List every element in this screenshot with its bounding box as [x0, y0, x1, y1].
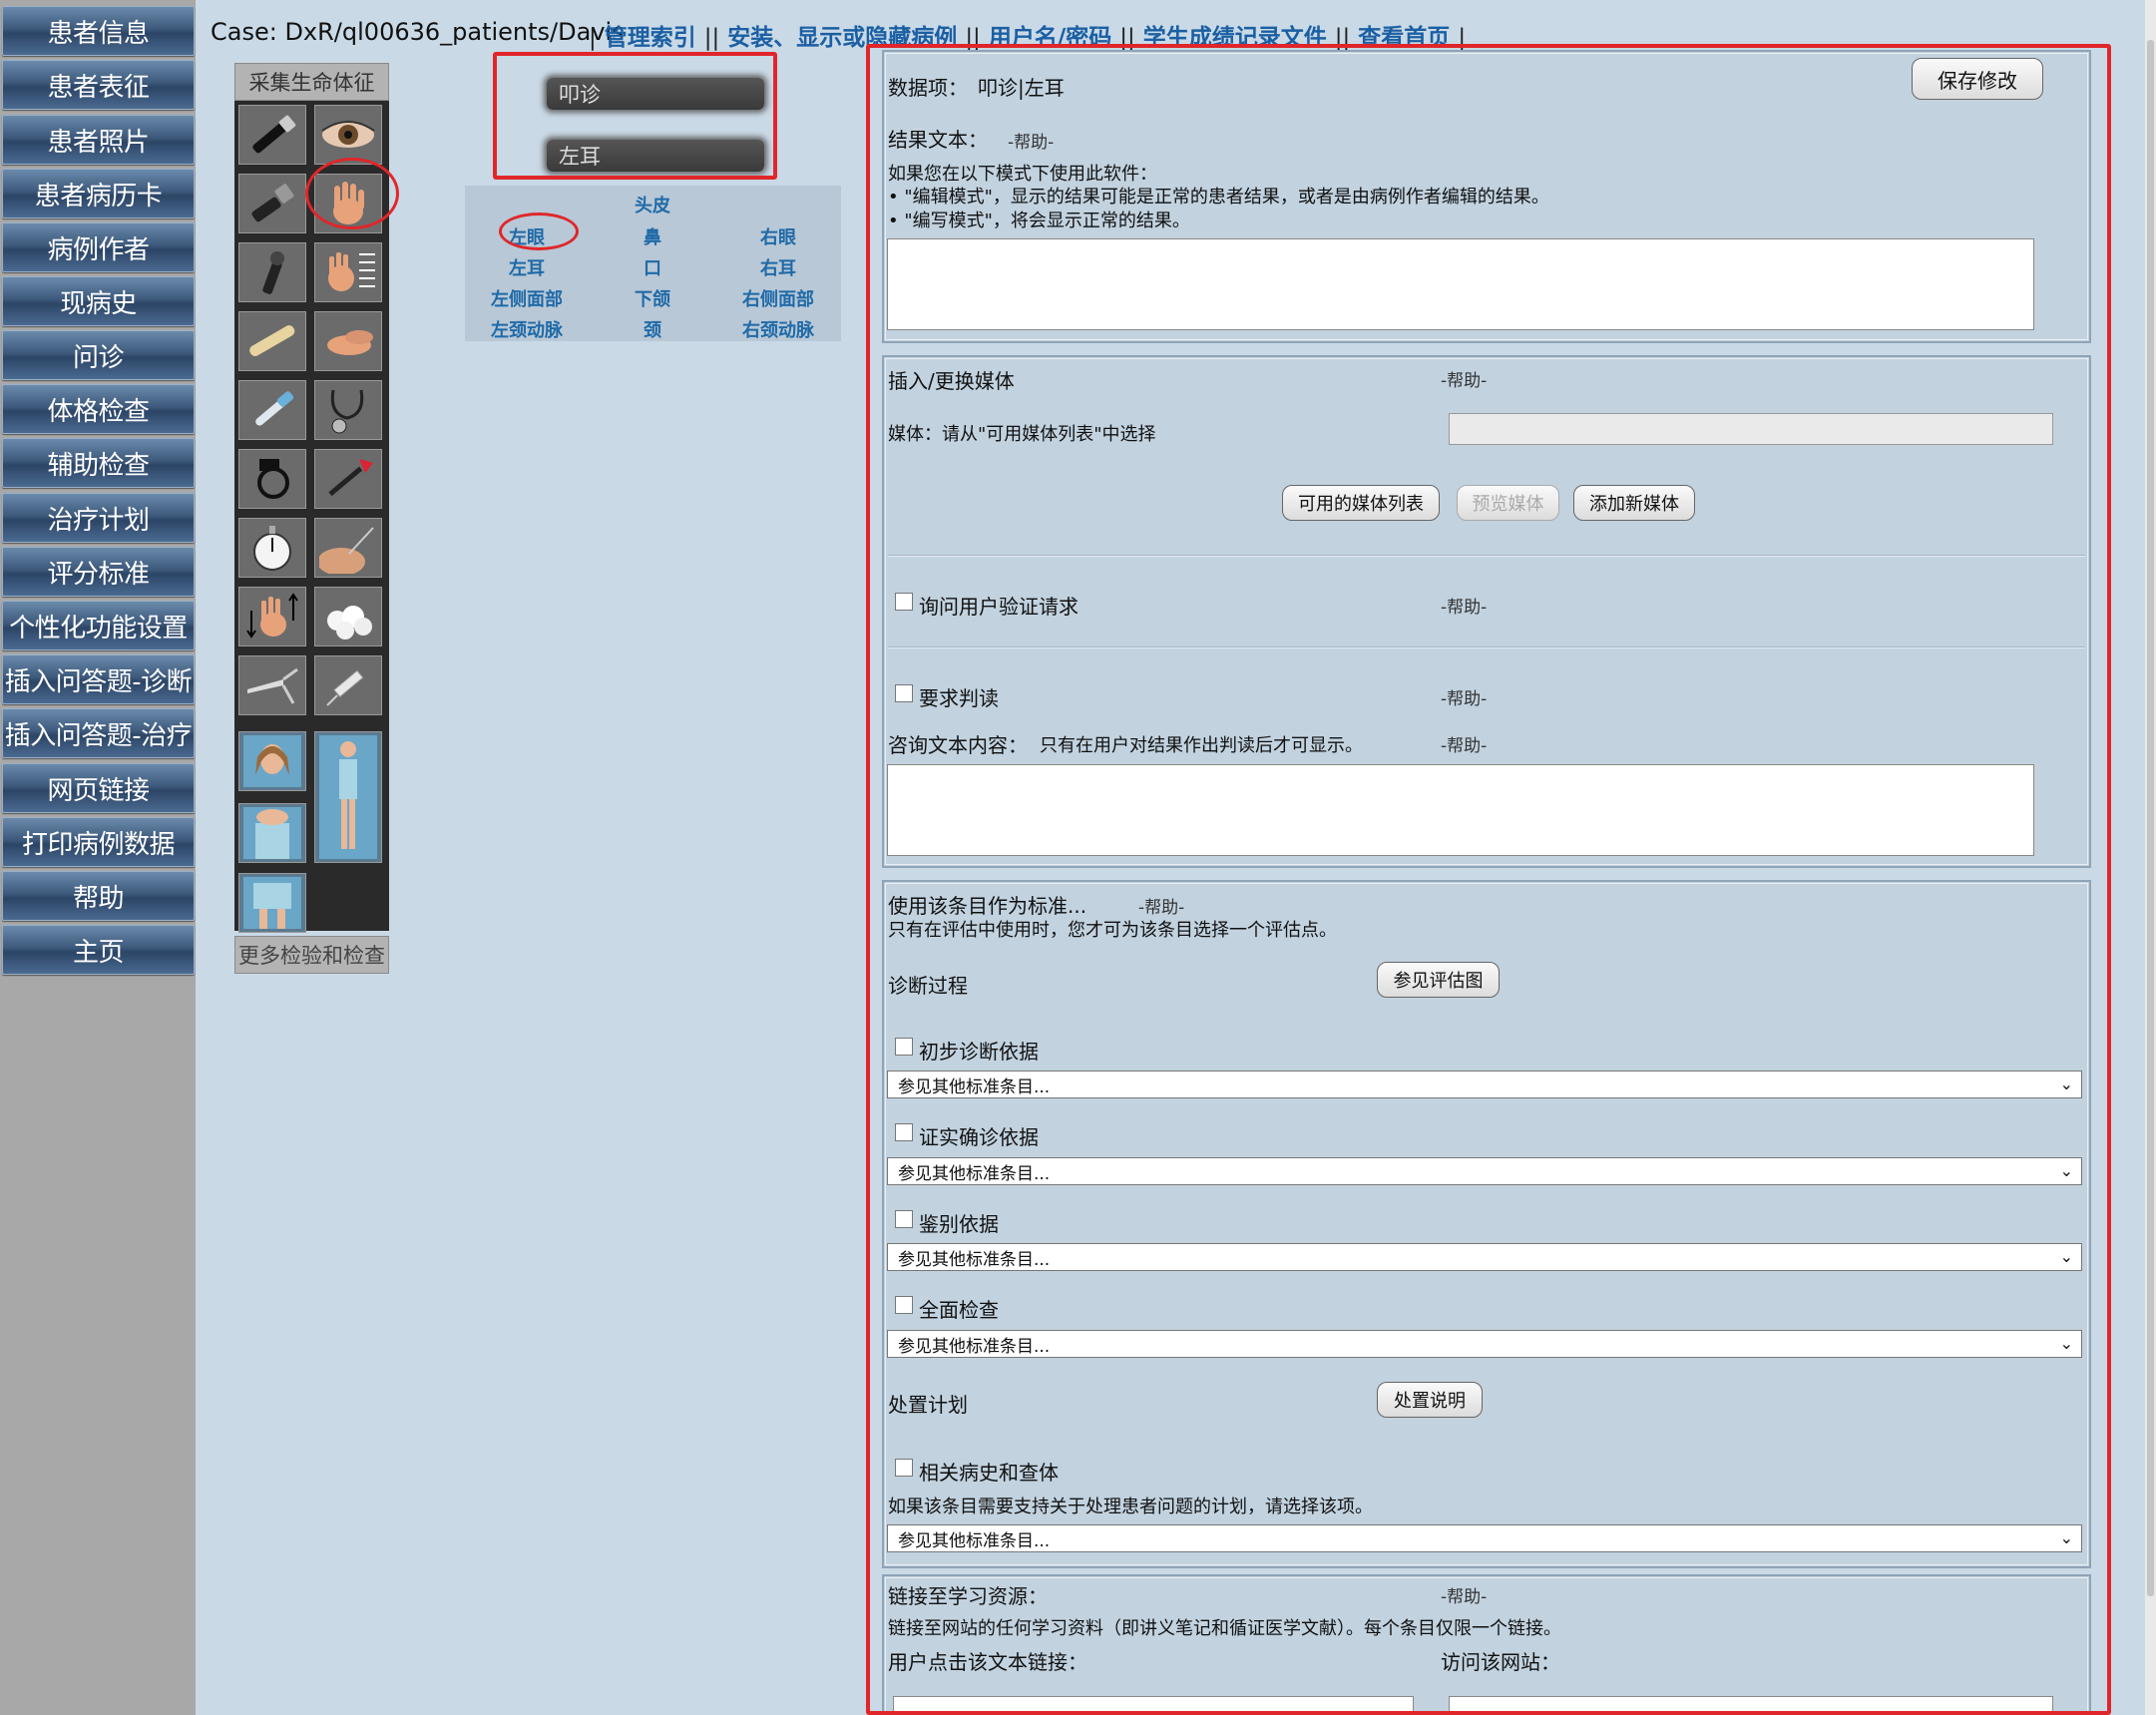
tool-hand-arrows[interactable] [238, 587, 306, 646]
scrollbar-thumb[interactable] [2147, 40, 2154, 1596]
tool-eye[interactable] [314, 105, 382, 165]
hand-grid-icon [328, 252, 375, 291]
tool-blood-pressure[interactable] [238, 449, 306, 509]
tool-stethoscope[interactable] [314, 380, 382, 440]
ophthalmoscope-icon [262, 251, 284, 294]
face-photo-icon [243, 735, 301, 787]
location-scalp[interactable]: 头皮 [593, 192, 712, 217]
tool-flashlight[interactable] [238, 105, 306, 165]
tongue-depressor-icon [249, 325, 295, 356]
nav-item-3[interactable]: 患者病历卡 [2, 169, 195, 218]
location-right-face[interactable]: 右侧面部 [718, 285, 838, 311]
nav-item-4[interactable]: 病例作者 [2, 222, 195, 272]
syringe-icon [326, 669, 364, 706]
body-location-table: 头皮 左眼 鼻 右眼 左耳 口 右耳 左侧面部 下颌 右侧面部 左颈动脉 颈 右… [465, 186, 841, 341]
nav-item-13[interactable]: 插入问答题-治疗 [2, 708, 195, 758]
location-right-eye[interactable]: 右眼 [718, 223, 838, 249]
location-mouth[interactable]: 口 [593, 254, 712, 280]
location-left-carotid[interactable]: 左颈动脉 [467, 316, 587, 342]
nav-item-1[interactable]: 患者表征 [2, 60, 195, 110]
tool-ophthalmoscope[interactable] [238, 242, 306, 302]
tool-needle-skin[interactable] [314, 518, 382, 578]
vital-signs-button[interactable]: 采集生命体征 [234, 63, 389, 101]
location-right-ear[interactable]: 右耳 [718, 254, 838, 280]
cotton-balls-icon [327, 606, 372, 640]
hand-palpate-icon [327, 330, 373, 355]
tool-hand-palpate[interactable] [314, 311, 382, 371]
photo-lower-body[interactable] [238, 873, 306, 933]
nav-item-11[interactable]: 个性化功能设置 [2, 601, 195, 650]
photo-torso[interactable] [238, 803, 306, 863]
needle-skin-icon [319, 527, 374, 574]
nav-item-14[interactable]: 网页链接 [2, 763, 195, 813]
nav-item-6[interactable]: 问诊 [2, 330, 195, 380]
more-tests-button[interactable]: 更多检验和检查 [234, 936, 389, 974]
flashlight-icon [252, 115, 296, 154]
highlight-selection-box [493, 52, 777, 180]
nav-item-8[interactable]: 辅助检查 [2, 438, 195, 488]
tool-syringe[interactable] [314, 655, 382, 715]
link-admin-index[interactable]: 管理索引 [605, 25, 696, 51]
torso-photo-icon [243, 807, 301, 859]
highlight-left-eye [499, 213, 579, 250]
location-neck[interactable]: 颈 [593, 316, 712, 342]
thermometer-icon [255, 391, 294, 426]
tool-tongue-depressor[interactable] [238, 311, 306, 371]
case-path: Case: DxR/ql00636_patients/Davis [211, 18, 625, 46]
photo-face[interactable] [238, 731, 306, 791]
nav-item-10[interactable]: 评分标准 [2, 547, 195, 597]
stethoscope-icon [330, 389, 364, 434]
nav-item-7[interactable]: 体格检查 [2, 384, 195, 434]
reflex-hammer-icon [328, 459, 373, 497]
tool-stopwatch[interactable] [238, 518, 306, 578]
otoscope-icon [251, 184, 294, 222]
stopwatch-icon [253, 526, 291, 571]
highlight-hand-tool [305, 158, 399, 229]
hand-arrows-icon [246, 593, 298, 639]
location-left-face[interactable]: 左侧面部 [467, 285, 587, 311]
tool-speculum[interactable] [238, 655, 306, 715]
tool-hand-grid[interactable] [314, 242, 382, 302]
location-left-ear[interactable]: 左耳 [467, 254, 587, 280]
tool-reflex-hammer[interactable] [314, 449, 382, 509]
nav-item-16[interactable]: 帮助 [2, 871, 195, 921]
tool-otoscope[interactable] [238, 174, 306, 233]
tool-cotton-balls[interactable] [314, 587, 382, 646]
photo-full-body[interactable] [314, 731, 382, 863]
nav-item-9[interactable]: 治疗计划 [2, 493, 195, 543]
eye-icon [321, 121, 375, 148]
highlight-edit-panel [866, 44, 2111, 1715]
location-jaw[interactable]: 下颌 [593, 285, 712, 311]
nav-item-17[interactable]: 主页 [2, 925, 195, 975]
lower-body-photo-icon [243, 877, 301, 929]
nav-item-0[interactable]: 患者信息 [2, 6, 195, 56]
nav-item-15[interactable]: 打印病例数据 [2, 817, 195, 867]
nav-item-5[interactable]: 现病史 [2, 276, 195, 326]
nav-item-2[interactable]: 患者照片 [2, 115, 195, 165]
body-photo-icon [319, 735, 377, 859]
location-nose[interactable]: 鼻 [593, 223, 712, 249]
location-right-carotid[interactable]: 右颈动脉 [718, 316, 838, 342]
tool-thermometer[interactable] [238, 380, 306, 440]
speculum-icon [247, 667, 298, 704]
nav-item-12[interactable]: 插入问答题-诊断 [2, 654, 195, 704]
blood-pressure-icon [257, 459, 289, 499]
